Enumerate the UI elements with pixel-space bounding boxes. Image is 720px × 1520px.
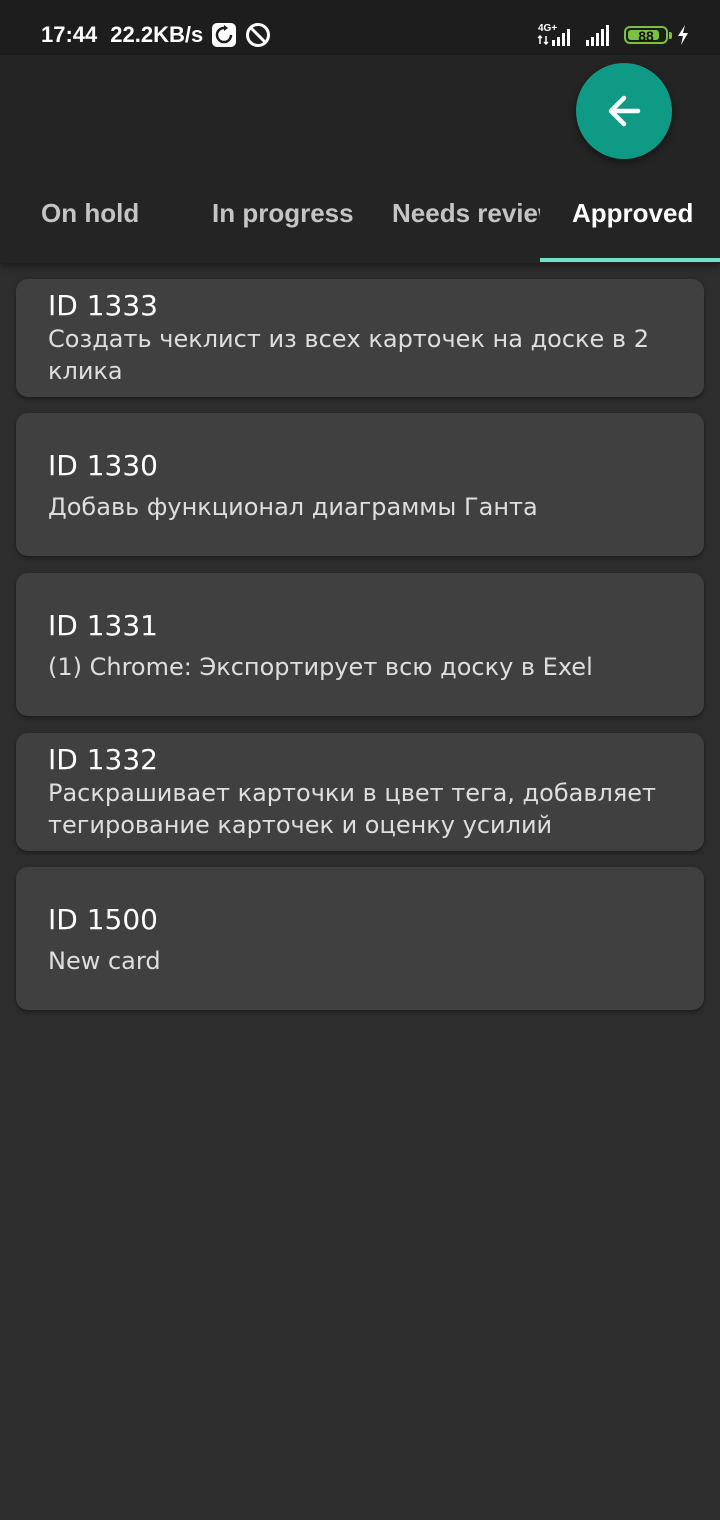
card-text: New card (48, 947, 161, 975)
charging-icon (678, 25, 688, 45)
card[interactable]: ID 1333 Создать чеклист из всех карточек… (16, 279, 704, 397)
screenshot-icon (212, 23, 237, 47)
card-text: (1) Chrome: Экспортирует всю доску в Exe… (48, 653, 593, 681)
signal-icon: 4G+ (537, 23, 570, 46)
card[interactable]: ID 1331 (1) Chrome: Экспортирует всю дос… (16, 573, 704, 716)
battery-percent: 88 (638, 28, 654, 44)
do-not-disturb-icon (246, 23, 271, 47)
back-button[interactable] (576, 63, 672, 159)
status-right: 4G+ 88 (536, 19, 690, 51)
battery-nub (669, 32, 672, 39)
arrow-left-icon (608, 95, 641, 127)
app-bar: On hold In progress Needs review Approve… (0, 55, 720, 263)
card-id: ID 1333 (48, 289, 158, 322)
tab-indicator (540, 258, 720, 262)
card[interactable]: ID 1500 New card (16, 867, 704, 1010)
card-text: Добавь функционал диаграммы Ганта (48, 493, 538, 521)
status-left: 17:44 22.2KB/s (41, 20, 271, 50)
signal-icon-2 (586, 25, 609, 46)
card-id: ID 1331 (48, 609, 158, 642)
tab-bar: On hold In progress Needs review Approve… (0, 175, 720, 259)
tab-on-hold[interactable]: On hold (0, 175, 180, 259)
card-id: ID 1332 (48, 743, 158, 776)
card[interactable]: ID 1330 Добавь функционал диаграммы Гант… (16, 413, 704, 556)
tab-in-progress[interactable]: In progress (180, 175, 360, 259)
card-id: ID 1330 (48, 449, 158, 482)
network-speed: 22.2KB/s (110, 22, 204, 47)
tab-needs-review[interactable]: Needs review (360, 175, 540, 259)
status-bar: 17:44 22.2KB/s 4G+ 88 (0, 0, 720, 55)
card[interactable]: ID 1332 Раскрашивает карточки в цвет тег… (16, 733, 704, 851)
network-type-label: 4G+ (538, 23, 557, 34)
card-text: Создать чеклист из всех карточек на доск… (48, 325, 649, 385)
battery-icon: 88 (624, 26, 672, 44)
card-text: Раскрашивает карточки в цвет тега, добав… (48, 779, 657, 839)
card-id: ID 1500 (48, 903, 158, 936)
status-time: 17:44 (41, 22, 98, 47)
tab-approved[interactable]: Approved (540, 175, 720, 259)
